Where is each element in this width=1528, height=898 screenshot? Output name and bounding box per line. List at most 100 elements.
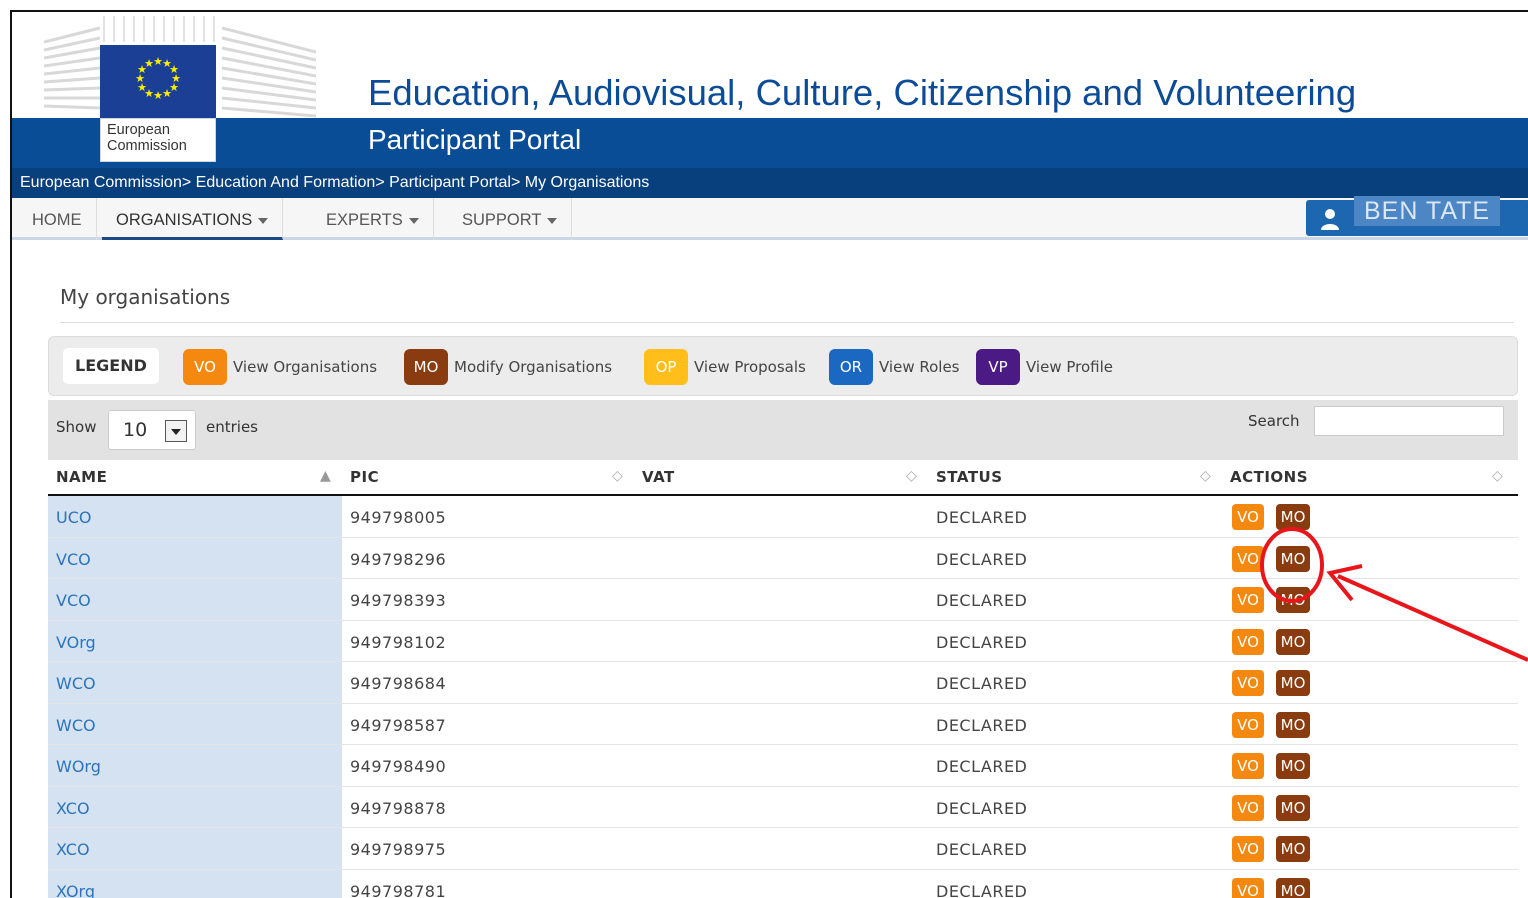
view-organisation-button[interactable]: VO xyxy=(1232,711,1264,738)
svg-text:★: ★ xyxy=(144,57,154,70)
column-header-name[interactable]: NAME xyxy=(56,468,107,486)
breadcrumb-sep: > xyxy=(375,174,385,191)
table-row: VCO 949798296 DECLARED VO MO xyxy=(48,537,1518,579)
name-cell: VOrg xyxy=(48,620,342,661)
legend-text-vp: View Profile xyxy=(1026,358,1114,376)
nav-experts-label: EXPERTS xyxy=(326,211,403,229)
table-row: WCO 949798684 DECLARED VO MO xyxy=(48,662,1518,704)
status-cell: DECLARED xyxy=(936,715,1028,735)
page-size-select[interactable]: 10 xyxy=(108,410,196,450)
modify-organisation-button[interactable]: MO xyxy=(1276,711,1310,738)
legend-text-or: View Roles xyxy=(879,358,960,376)
pic-cell: 949798102 xyxy=(350,632,447,652)
view-organisation-button[interactable]: VO xyxy=(1232,545,1264,572)
breadcrumb-link-portal[interactable]: Participant Portal xyxy=(389,174,511,191)
column-header-actions[interactable]: ACTIONS xyxy=(1230,468,1308,486)
status-cell: DECLARED xyxy=(936,881,1028,898)
legend-badge-op: OP xyxy=(644,349,688,385)
nav-organisations[interactable]: ORGANISATIONS xyxy=(102,198,284,240)
org-name-link[interactable]: XCO xyxy=(56,799,90,818)
status-cell: DECLARED xyxy=(936,591,1028,610)
user-name[interactable]: BEN TATE xyxy=(1354,196,1501,226)
sort-icon[interactable]: ◇ xyxy=(1492,468,1503,484)
logo-line1-overlay: European xyxy=(107,122,170,138)
breadcrumb-link-commission[interactable]: European Commission xyxy=(20,174,182,191)
sort-asc-icon[interactable]: ▲ xyxy=(320,468,331,484)
name-cell: XCO xyxy=(48,786,342,827)
dropdown-arrow-icon[interactable] xyxy=(165,420,187,442)
nav-experts[interactable]: EXPERTS xyxy=(312,198,434,240)
status-cell: DECLARED xyxy=(936,549,1028,569)
chevron-down-icon xyxy=(408,217,419,224)
pic-cell: 949798490 xyxy=(350,757,447,776)
modify-organisation-button[interactable]: MO xyxy=(1276,504,1310,530)
view-organisation-button[interactable]: VO xyxy=(1232,504,1264,530)
view-organisation-button[interactable]: VO xyxy=(1232,670,1264,696)
modify-organisation-button[interactable]: MO xyxy=(1276,670,1310,696)
nav-home-label: HOME xyxy=(32,211,82,229)
modify-organisation-button[interactable]: MO xyxy=(1276,587,1310,613)
breadcrumb: European Commission > Education And Forma… xyxy=(20,174,649,192)
column-header-status[interactable]: STATUS xyxy=(936,468,1003,486)
modify-organisation-button[interactable]: MO xyxy=(1276,628,1310,655)
legend-label: LEGEND xyxy=(63,348,159,384)
view-organisation-button[interactable]: VO xyxy=(1232,753,1264,779)
org-name-link[interactable]: WCO xyxy=(56,716,96,735)
breadcrumb-link-education[interactable]: Education And Formation xyxy=(196,174,376,191)
table-row: WOrg 949798490 DECLARED VO MO xyxy=(48,745,1518,787)
nav-support[interactable]: SUPPORT xyxy=(448,198,573,240)
modify-organisation-button[interactable]: MO xyxy=(1276,794,1310,821)
table-row: VOrg 949798102 DECLARED VO MO xyxy=(48,620,1518,662)
view-organisation-button[interactable]: VO xyxy=(1232,836,1264,862)
org-name-link[interactable]: VOrg xyxy=(56,633,96,652)
portal-name: Participant Portal xyxy=(368,124,582,155)
modify-organisation-button[interactable]: MO xyxy=(1276,545,1310,572)
table-row: WCO 949798587 DECLARED VO MO xyxy=(48,703,1518,745)
sort-icon[interactable]: ◇ xyxy=(1200,468,1211,484)
svg-text:★: ★ xyxy=(162,87,172,100)
org-name-link[interactable]: XCO xyxy=(56,840,90,859)
nav-support-label: SUPPORT xyxy=(462,211,542,229)
modify-organisation-button[interactable]: MO xyxy=(1276,877,1310,898)
legend-item-mo: MO Modify Organisations xyxy=(404,349,612,385)
org-name-link[interactable]: VCO xyxy=(56,591,91,610)
site-title: Education, Audiovisual, Culture, Citizen… xyxy=(368,72,1357,113)
org-name-link[interactable]: XOrg xyxy=(56,882,95,898)
modify-organisation-button[interactable]: MO xyxy=(1276,753,1310,779)
pic-cell: 949798781 xyxy=(350,881,447,898)
view-organisation-button[interactable]: VO xyxy=(1232,794,1264,821)
org-name-link[interactable]: WCO xyxy=(56,674,96,693)
view-organisation-button[interactable]: VO xyxy=(1232,628,1264,655)
search-label: Search xyxy=(1248,412,1300,430)
nav-organisations-label: ORGANISATIONS xyxy=(116,211,253,229)
view-organisation-button[interactable]: VO xyxy=(1232,877,1264,898)
legend-badge-mo: MO xyxy=(404,349,448,385)
eu-stars-icon: ★ ★★ ★★★ ★★★ ★★★ xyxy=(135,55,181,102)
pic-cell: 949798975 xyxy=(350,840,447,859)
nav-home[interactable]: HOME xyxy=(18,198,97,240)
sort-icon[interactable]: ◇ xyxy=(906,468,917,484)
org-name-link[interactable]: WOrg xyxy=(56,757,101,776)
org-name-link[interactable]: UCO xyxy=(56,508,91,527)
view-organisation-button[interactable]: VO xyxy=(1232,587,1264,613)
table-row: XCO 949798975 DECLARED VO MO xyxy=(48,828,1518,870)
sort-icon[interactable]: ◇ xyxy=(612,468,623,484)
table-header: NAME ▲ PIC ◇ VAT ◇ STATUS ◇ ACTIONS ◇ xyxy=(48,460,1518,496)
legend-badge-vo: VO xyxy=(183,349,227,385)
legend-item-op: OP View Proposals xyxy=(644,349,806,385)
chevron-down-icon xyxy=(547,217,558,224)
pic-cell: 949798587 xyxy=(350,715,447,735)
pic-cell: 949798684 xyxy=(350,674,447,693)
entries-label: entries xyxy=(206,418,258,436)
name-cell: XCO xyxy=(48,828,342,869)
page-size-value: 10 xyxy=(123,419,148,441)
search-input[interactable] xyxy=(1314,406,1504,436)
legend-item-vp: VP View Profile xyxy=(976,349,1113,385)
breadcrumb-current: My Organisations xyxy=(524,174,650,191)
org-name-link[interactable]: VCO xyxy=(56,550,91,569)
modify-organisation-button[interactable]: MO xyxy=(1276,836,1310,862)
column-header-vat[interactable]: VAT xyxy=(642,468,675,486)
page-title: My organisations xyxy=(60,285,231,309)
column-header-pic[interactable]: PIC xyxy=(350,468,379,486)
name-cell: VCO xyxy=(48,537,342,578)
